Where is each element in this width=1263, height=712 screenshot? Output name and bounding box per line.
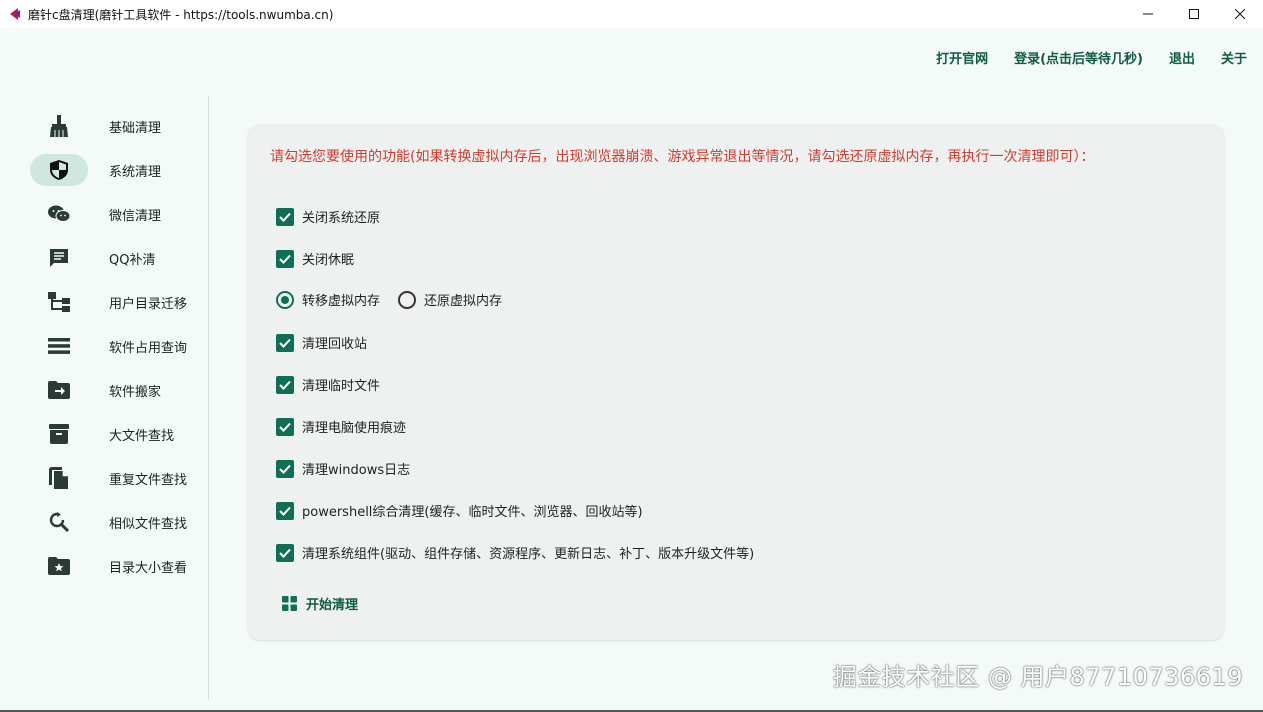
option-label: 清理回收站 xyxy=(302,337,368,352)
about-link[interactable]: 关于 xyxy=(1221,48,1247,67)
radio-selected-icon xyxy=(276,290,294,309)
sidebar-item-basic-clean[interactable]: 基础清理 xyxy=(30,110,200,142)
radio-label: 还原虚拟内存 xyxy=(424,294,503,309)
sidebar-item-wechat-clean[interactable]: 微信清理 xyxy=(30,198,200,230)
sidebar-item-user-dir-migrate[interactable]: 用户目录迁移 xyxy=(30,286,200,318)
option-clean-system-components[interactable]: 清理系统组件(驱动、组件存储、资源程序、更新日志、补丁、版本升级文件等) xyxy=(276,543,754,562)
option-clean-usage-traces[interactable]: 清理电脑使用痕迹 xyxy=(276,417,406,436)
sidebar-item-label: 系统清理 xyxy=(109,164,162,180)
close-button[interactable] xyxy=(1217,0,1263,28)
checkbox-checked-icon[interactable] xyxy=(276,459,294,478)
window-title: 磨针c盘清理(磨针工具软件 - https://tools.nwumba.cn) xyxy=(28,7,334,22)
radio-unselected-icon xyxy=(398,290,417,309)
start-clean-label: 开始清理 xyxy=(306,598,359,613)
checkbox-checked-icon[interactable] xyxy=(276,333,294,352)
checkbox-checked-icon[interactable] xyxy=(276,501,294,520)
sidebar-item-label: 基础清理 xyxy=(109,120,162,136)
watermark: 掘金技术社区 @ 用户87710736619 xyxy=(832,663,1243,691)
title-bar: 磨针c盘清理(磨针工具软件 - https://tools.nwumba.cn) xyxy=(0,0,1263,28)
logout-link[interactable]: 退出 xyxy=(1169,48,1195,67)
option-label: 清理windows日志 xyxy=(302,463,411,478)
radio-label: 转移虚拟内存 xyxy=(302,294,381,309)
folder-move-icon xyxy=(30,374,88,406)
option-label: 关闭休眠 xyxy=(302,253,355,268)
sidebar-item-system-clean[interactable]: 系统清理 xyxy=(30,154,200,186)
option-clean-recycle-bin[interactable]: 清理回收站 xyxy=(276,333,367,352)
sidebar-item-large-file-find[interactable]: 大文件查找 xyxy=(30,418,200,450)
option-label: powershell综合清理(缓存、临时文件、浏览器、回收站等) xyxy=(302,505,643,520)
sidebar-item-label: 目录大小查看 xyxy=(109,560,188,576)
wechat-icon xyxy=(30,198,88,230)
options-panel: 请勾选您要使用的功能(如果转换虚拟内存后，出现浏览器崩溃、游戏异常退出等情况，请… xyxy=(248,124,1224,640)
checkbox-checked-icon[interactable] xyxy=(276,249,294,268)
checkbox-checked-icon[interactable] xyxy=(276,417,294,436)
option-label: 关闭系统还原 xyxy=(302,211,381,226)
option-clean-windows-logs[interactable]: 清理windows日志 xyxy=(276,459,410,478)
search-refresh-icon xyxy=(30,506,88,538)
open-website-link[interactable]: 打开官网 xyxy=(936,48,988,67)
sidebar-item-label: 重复文件查找 xyxy=(109,472,188,488)
folder-star-icon xyxy=(30,550,88,582)
sidebar-item-label: 微信清理 xyxy=(109,208,162,224)
sidebar-item-qq-clean[interactable]: QQ补清 xyxy=(30,242,200,274)
sidebar: 基础清理 系统清理 微信清理 QQ补清 用户目录迁移 软件占用查询 软件搬家 大… xyxy=(0,96,209,700)
sidebar-item-label: QQ补清 xyxy=(109,252,156,268)
option-label: 清理临时文件 xyxy=(302,379,381,394)
option-clean-temp-files[interactable]: 清理临时文件 xyxy=(276,375,380,394)
sidebar-item-similar-file-find[interactable]: 相似文件查找 xyxy=(30,506,200,538)
sidebar-item-software-move[interactable]: 软件搬家 xyxy=(30,374,200,406)
notice-text: 请勾选您要使用的功能(如果转换虚拟内存后，出现浏览器崩溃、游戏异常退出等情况，请… xyxy=(270,149,1095,165)
maximize-icon xyxy=(1189,9,1199,19)
sidebar-item-label: 软件占用查询 xyxy=(109,340,188,356)
minimize-button[interactable] xyxy=(1125,0,1171,28)
list-icon xyxy=(30,330,88,362)
login-link[interactable]: 登录(点击后等待几秒) xyxy=(1014,48,1143,67)
checkbox-checked-icon[interactable] xyxy=(276,375,294,394)
chat-bubble-icon xyxy=(30,242,88,274)
option-powershell-clean[interactable]: powershell综合清理(缓存、临时文件、浏览器、回收站等) xyxy=(276,501,643,520)
option-disable-hibernate[interactable]: 关闭休眠 xyxy=(276,249,354,268)
sidebar-item-dir-size-view[interactable]: 目录大小查看 xyxy=(30,550,200,582)
maximize-button[interactable] xyxy=(1171,0,1217,28)
radio-restore-virtual-memory[interactable]: 还原虚拟内存 xyxy=(398,290,502,309)
sidebar-item-label: 大文件查找 xyxy=(109,428,175,444)
tree-icon xyxy=(30,286,88,318)
option-label: 清理系统组件(驱动、组件存储、资源程序、更新日志、补丁、版本升级文件等) xyxy=(302,547,755,562)
shield-icon xyxy=(30,154,88,186)
archive-icon xyxy=(30,418,88,450)
radio-move-virtual-memory[interactable]: 转移虚拟内存 xyxy=(276,290,380,309)
sidebar-item-label: 软件搬家 xyxy=(109,384,162,400)
top-nav: 打开官网 登录(点击后等待几秒) 退出 关于 xyxy=(936,48,1247,67)
checkbox-checked-icon[interactable] xyxy=(276,207,294,226)
close-icon xyxy=(1235,9,1245,19)
broom-icon xyxy=(30,110,88,142)
minimize-icon xyxy=(1143,13,1153,15)
option-disable-system-restore[interactable]: 关闭系统还原 xyxy=(276,207,380,226)
sidebar-item-software-usage[interactable]: 软件占用查询 xyxy=(30,330,200,362)
option-label: 清理电脑使用痕迹 xyxy=(302,421,407,436)
checkbox-checked-icon[interactable] xyxy=(276,543,294,562)
virtual-memory-radio-group: 转移虚拟内存 还原虚拟内存 xyxy=(276,290,520,309)
start-clean-button[interactable]: 开始清理 xyxy=(282,594,358,613)
sidebar-item-label: 用户目录迁移 xyxy=(109,296,188,312)
sidebar-item-label: 相似文件查找 xyxy=(109,516,188,532)
grid-icon xyxy=(282,596,297,611)
copy-icon xyxy=(30,462,88,494)
app-logo-icon xyxy=(10,8,20,20)
sidebar-item-duplicate-file-find[interactable]: 重复文件查找 xyxy=(30,462,200,494)
